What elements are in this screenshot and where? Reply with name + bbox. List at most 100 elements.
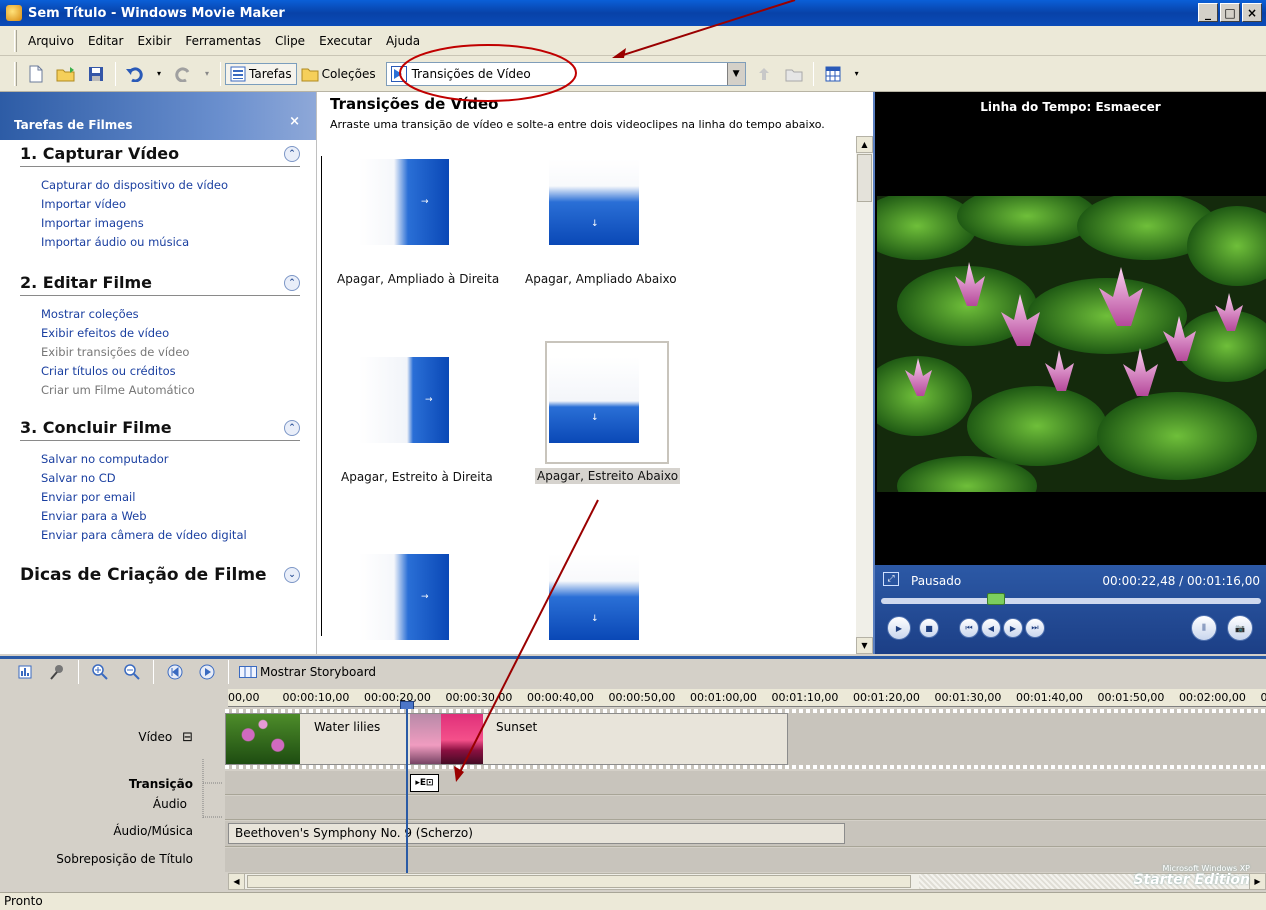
menu-clipe[interactable]: Clipe [268,34,312,48]
combo-dropdown-arrow-icon[interactable]: ▼ [726,62,745,85]
ruler-tick-label: 00:01:30,00 [934,691,1002,704]
water-lilies-thumbnail [226,714,300,764]
seek-bar[interactable] [881,598,1261,604]
show-storyboard-label: Mostrar Storyboard [260,665,377,679]
split-clip-icon[interactable]: ⫼ [1191,615,1217,641]
link-save-to-cd[interactable]: Salvar no CD [41,470,300,486]
time-ruler: 00,00 00:00:10,00 00:00:20,00 00:00:30,00 00… [228,689,1266,707]
link-import-video[interactable]: Importar vídeo [41,196,300,212]
play-timeline-icon[interactable] [197,662,217,682]
scroll-up-icon[interactable]: ▲ [856,136,873,153]
maximize-button[interactable]: □ [1220,3,1240,22]
toolbar-grip [14,61,17,86]
scroll-down-icon[interactable]: ▼ [856,637,873,654]
rewind-timeline-icon[interactable] [165,662,185,682]
track-tree-lines [202,759,223,819]
previous-icon[interactable]: ⏮ [959,618,979,638]
ruler-tick-label: 00:00:10,00 [282,691,350,704]
link-save-to-computer[interactable]: Salvar no computador [41,451,300,467]
playback-timecode: 00:00:22,48 / 00:01:16,00 [1102,574,1260,588]
transition-label: Apagar, Estreito à Direita [341,470,493,484]
save-project-icon[interactable] [86,64,106,84]
new-collection-folder-icon[interactable] [784,64,804,84]
music-clip[interactable]: Beethoven's Symphony No. 9 (Scherzo) [228,823,845,844]
close-tasks-pane-button[interactable]: × [289,114,300,129]
menu-bar: Arquivo Editar Exibir Ferramentas Clipe … [0,26,1266,56]
content-vertical-scrollbar[interactable]: ▲ ▼ [856,136,873,654]
transition-thumb-down-3[interactable]: ↓ [549,554,639,640]
transition-marker-icon[interactable]: ▸E⊡ [410,774,439,792]
link-show-collections[interactable]: Mostrar coleções [41,306,300,322]
collapse-chevron-up-icon[interactable]: ⌃ [284,419,300,436]
close-button[interactable]: × [1242,3,1262,22]
scroll-thumb[interactable] [857,154,872,202]
collections-button[interactable]: Coleções [297,64,380,84]
toolbar-separator [78,660,79,684]
link-view-video-effects[interactable]: Exibir efeitos de vídeo [41,325,300,341]
scroll-left-icon[interactable]: ◀ [228,873,245,890]
menu-ferramentas[interactable]: Ferramentas [178,34,268,48]
section-title: 1. Capturar Vídeo [20,144,180,163]
link-import-images[interactable]: Importar imagens [41,215,300,231]
hscroll-thumb[interactable] [247,875,911,888]
menu-ajuda[interactable]: Ajuda [379,34,427,48]
take-picture-icon[interactable]: 📷 [1227,615,1253,641]
transition-thumb-right-3[interactable]: → [359,554,449,640]
undo-icon[interactable] [125,64,145,84]
show-storyboard-button[interactable]: Mostrar Storyboard [235,663,380,681]
transition-thumb-wide-right[interactable]: → [359,159,449,245]
up-one-level-icon[interactable] [754,64,774,84]
playhead-line [406,709,408,889]
stop-icon[interactable]: ■ [919,618,939,638]
menu-editar[interactable]: Editar [81,34,131,48]
link-make-titles[interactable]: Criar títulos ou créditos [41,363,300,379]
transition-label-selected: Apagar, Estreito Abaixo [535,468,681,484]
transition-thumb-narrow-down[interactable]: ↓ [549,357,639,443]
transitions-content-pane: Transições de Vídeo Arraste uma transiçã… [316,92,873,654]
link-import-audio[interactable]: Importar áudio ou música [41,234,300,250]
track-label-music: Áudio/Música [113,824,193,838]
previous-frame-icon[interactable]: ◀ [981,618,1001,638]
redo-icon[interactable] [173,64,193,84]
video-track: Water lilies Sunset [225,709,1266,769]
collapse-track-icon[interactable]: ⊟ [182,730,193,745]
ruler-tick-label: 00:01:40,00 [1016,691,1083,704]
link-capture-from-device[interactable]: Capturar do dispositivo de vídeo [41,177,300,193]
transition-track: ▸E⊡ [225,771,1266,795]
link-send-dv-camera[interactable]: Enviar para câmera de vídeo digital [41,527,300,543]
next-icon[interactable]: ⏭ [1025,618,1045,638]
play-icon[interactable]: ▶ [887,616,911,640]
transition-thumb-narrow-right[interactable]: → [359,357,449,443]
new-project-icon[interactable] [26,64,46,84]
link-send-email[interactable]: Enviar por email [41,489,300,505]
zoom-out-icon[interactable] [122,662,142,682]
next-frame-icon[interactable]: ▶ [1003,618,1023,638]
minimize-button[interactable]: _ [1198,3,1218,22]
menu-arquivo[interactable]: Arquivo [21,34,81,48]
zoom-in-icon[interactable] [90,662,110,682]
collapse-chevron-up-icon[interactable]: ⌃ [284,145,300,162]
tasks-button[interactable]: Tarefas [225,62,297,85]
expand-chevron-down-icon[interactable]: ⌄ [284,567,300,583]
collection-combobox[interactable]: Transições de Vídeo ▼ [385,61,746,86]
collapse-chevron-up-icon[interactable]: ⌃ [284,274,300,291]
views-icon[interactable] [823,64,843,84]
views-dropdown-icon[interactable]: ▾ [853,64,861,84]
menu-executar[interactable]: Executar [312,34,379,48]
sunset-thumbnail [441,714,483,764]
video-clip-sunset[interactable]: Sunset [410,713,788,765]
narrate-timeline-icon[interactable] [47,662,67,682]
fullscreen-icon[interactable]: ⤢ [883,572,899,586]
open-project-icon[interactable] [56,64,76,84]
undo-dropdown-icon[interactable]: ▾ [155,64,163,84]
ruler-tick-label: 00:01:00,00 [690,691,757,704]
tasks-pane-header: Tarefas de Filmes × [0,92,316,140]
seek-handle[interactable] [987,593,1005,605]
watermark-line2: Starter Edition [1133,872,1250,888]
redo-dropdown-icon[interactable]: ▾ [203,64,211,84]
menu-exibir[interactable]: Exibir [130,34,178,48]
scroll-right-icon[interactable]: ▶ [1249,873,1266,890]
link-send-web[interactable]: Enviar para a Web [41,508,300,524]
transition-thumb-wide-down[interactable]: ↓ [549,159,639,245]
set-audio-levels-icon[interactable] [15,662,35,682]
